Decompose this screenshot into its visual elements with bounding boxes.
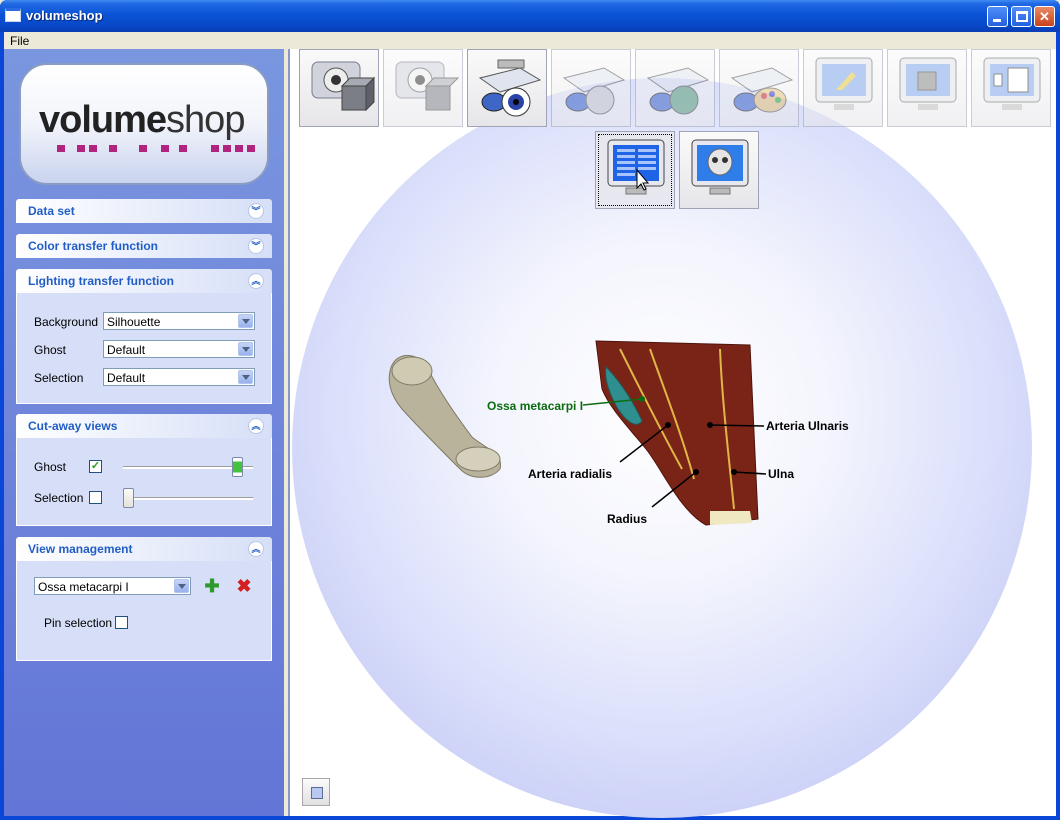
- background-select-value: Silhouette: [107, 315, 161, 329]
- red-x-icon: ✖: [236, 576, 252, 596]
- dropdown-arrow-icon[interactable]: [238, 370, 253, 384]
- minimize-button[interactable]: [987, 6, 1008, 27]
- panel-cutaway-body: Ghost ✓ Selection: [16, 438, 272, 526]
- logo-word-shop: shop: [166, 99, 245, 141]
- label-ossa-metacarpi[interactable]: Ossa metacarpi I: [487, 399, 583, 413]
- pin-selection-checkbox[interactable]: [115, 616, 128, 629]
- selection-select-value: Default: [107, 371, 146, 385]
- leader-ulna: [733, 471, 767, 475]
- view-select-value: Ossa metacarpi I: [38, 580, 129, 594]
- logo-word-volume: volume: [39, 99, 167, 141]
- title-bar[interactable]: volumeshop ✕: [0, 0, 1060, 32]
- volumeshop-logo: volumeshop: [19, 63, 269, 185]
- menu-bar: File: [4, 32, 1056, 49]
- panel-color-tf-title: Color transfer function: [28, 239, 159, 253]
- panel-lighting-tf-header[interactable]: Lighting transfer function ︽: [16, 269, 272, 293]
- close-button[interactable]: ✕: [1034, 6, 1055, 27]
- ghost-label: Ghost: [34, 343, 67, 357]
- panel-view-mgmt-body: Ossa metacarpi I ✚ ✖ Pin selection: [16, 561, 272, 661]
- label-ulna[interactable]: Ulna: [768, 467, 794, 481]
- add-view-button[interactable]: ✚: [201, 575, 223, 597]
- dropdown-arrow-icon[interactable]: [174, 579, 189, 593]
- chevron-up-icon[interactable]: ︽: [248, 418, 264, 434]
- chevron-down-icon[interactable]: ︾: [248, 203, 264, 219]
- maximize-button[interactable]: [1011, 6, 1032, 27]
- chevron-up-icon[interactable]: ︽: [248, 273, 264, 289]
- dropdown-arrow-icon[interactable]: [238, 314, 253, 328]
- cutaway-selection-slider-track[interactable]: [123, 497, 253, 500]
- logo-wordmark: volumeshop: [39, 99, 245, 142]
- cutaway-selection-slider-thumb[interactable]: [123, 488, 134, 508]
- panel-color-tf-header[interactable]: Color transfer function ︾: [16, 234, 272, 258]
- chevron-down-icon[interactable]: ︾: [248, 238, 264, 254]
- client-area: File volumeshop Data set ︾ Color transfe…: [4, 32, 1056, 818]
- leader-radius: [651, 471, 697, 508]
- app-icon: [5, 8, 21, 22]
- save-image-button[interactable]: [302, 778, 330, 806]
- window-title: volumeshop: [26, 8, 103, 23]
- green-plus-icon: ✚: [204, 576, 220, 596]
- selection-label: Selection: [34, 371, 84, 385]
- sidebar: volumeshop Data set ︾ Color transfer fun…: [4, 49, 284, 816]
- panel-data-set-header[interactable]: Data set ︾: [16, 199, 272, 223]
- panel-lighting-tf-title: Lighting transfer function: [28, 274, 174, 288]
- menu-file[interactable]: File: [10, 34, 29, 48]
- leader-arteria-ulnaris: [709, 424, 765, 427]
- label-arteria-radialis[interactable]: Arteria radialis: [528, 467, 612, 481]
- cutaway-ghost-slider-thumb[interactable]: [232, 457, 244, 477]
- logo-dots: [57, 145, 257, 153]
- pin-selection-label: Pin selection: [44, 616, 113, 630]
- chevron-up-icon[interactable]: ︽: [248, 541, 264, 557]
- background-select[interactable]: Silhouette: [103, 312, 255, 330]
- cutaway-ghost-checkbox[interactable]: ✓: [89, 460, 102, 473]
- panel-cutaway-header[interactable]: Cut-away views ︽: [16, 414, 272, 438]
- background-label: Background: [34, 315, 99, 329]
- delete-view-button[interactable]: ✖: [233, 575, 255, 597]
- minimize-icon: [993, 19, 1001, 22]
- panel-cutaway-title: Cut-away views: [28, 419, 118, 433]
- close-icon: ✕: [1039, 9, 1050, 24]
- annotation-leader-lines: [582, 396, 767, 508]
- panel-view-mgmt-header[interactable]: View management ︽: [16, 537, 272, 561]
- ghost-select-value: Default: [107, 343, 146, 357]
- label-arteria-ulnaris[interactable]: Arteria Ulnaris: [766, 419, 849, 433]
- cutaway-selection-label: Selection: [34, 491, 84, 505]
- panel-data-set-title: Data set: [28, 204, 75, 218]
- dropdown-arrow-icon[interactable]: [238, 342, 253, 356]
- selection-select[interactable]: Default: [103, 368, 255, 386]
- panel-lighting-tf-body: Background Silhouette Ghost Default Sele…: [16, 293, 272, 404]
- ghost-select[interactable]: Default: [103, 340, 255, 358]
- render-viewport[interactable]: Ossa metacarpi I Arteria Ulnaris Arteria…: [288, 49, 1056, 818]
- app-window: volumeshop ✕ File volumeshop Data set ︾ …: [0, 0, 1060, 820]
- view-select[interactable]: Ossa metacarpi I: [34, 577, 191, 595]
- maximize-icon: [1016, 11, 1028, 22]
- cutaway-ghost-label: Ghost: [34, 460, 67, 474]
- leader-ossa: [582, 398, 643, 406]
- leader-arteria-radialis: [619, 424, 669, 463]
- cutaway-selection-checkbox[interactable]: [89, 491, 102, 504]
- label-radius[interactable]: Radius: [607, 512, 647, 526]
- panel-view-mgmt-title: View management: [28, 542, 133, 556]
